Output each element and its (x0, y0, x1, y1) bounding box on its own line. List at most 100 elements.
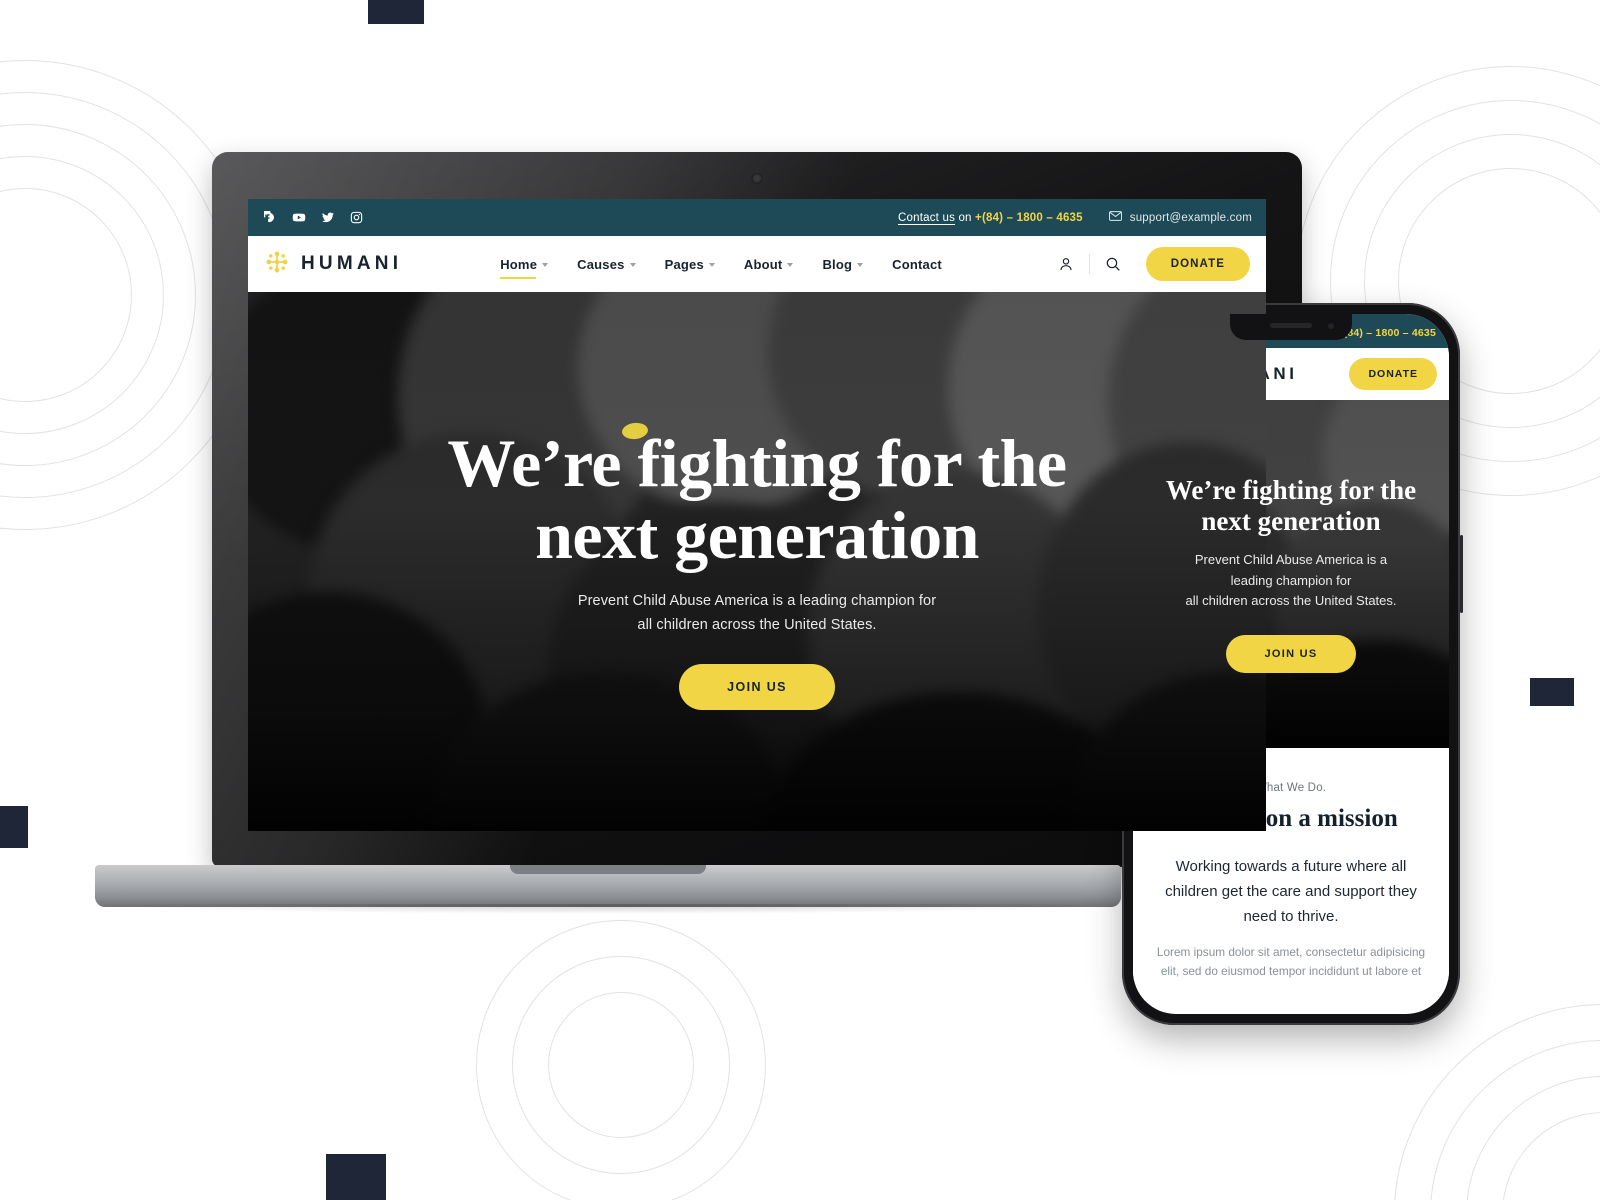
desktop-website-screen: Contact us on +(84) – 1800 – 4635 suppor… (248, 199, 1266, 831)
phone-notch (1230, 314, 1352, 340)
nav-label: Blog (822, 256, 853, 272)
decor-rings-left (0, 124, 196, 466)
hero-subtitle-line-2: all children across the United States. (637, 617, 877, 634)
nav-label: Pages (664, 256, 704, 272)
nav-label: About (743, 256, 783, 272)
hero-title-highlight-text: fighting (637, 425, 861, 501)
mobile-hero-subtitle-line-3: all children across the United States. (1185, 592, 1397, 608)
phone-power-button (1460, 535, 1463, 613)
mobile-hero-content: We’re fighting for the next generation P… (1133, 400, 1449, 748)
contact-phone-group[interactable]: Contact us on +(84) – 1800 – 4635 (898, 212, 1083, 224)
mobile-hero-subtitle: Prevent Child Abuse America is a leading… (1186, 550, 1397, 611)
donate-button[interactable]: DONATE (1145, 247, 1250, 281)
hero-title-line-2: next generation (535, 497, 979, 574)
mobile-join-us-button[interactable]: JOIN US (1226, 635, 1356, 674)
nav-item-blog[interactable]: Blog (822, 256, 864, 272)
decor-rings-bottomcenter (548, 992, 694, 1138)
join-us-button[interactable]: JOIN US (679, 664, 835, 710)
mobile-donate-button[interactable]: DONATE (1349, 358, 1437, 390)
decor-square (326, 1154, 386, 1200)
mobile-hero-title-highlight-text: generation (1257, 505, 1381, 536)
nav-item-about[interactable]: About (744, 257, 794, 272)
decor-rings-bottomright (1430, 1040, 1600, 1200)
nav-label: Causes (577, 256, 625, 272)
contact-email-group[interactable]: support@example.com (1108, 211, 1252, 224)
youtube-icon[interactable] (292, 211, 306, 224)
chevron-down-icon (629, 263, 636, 267)
chevron-down-icon (542, 263, 549, 267)
decor-square (1530, 678, 1574, 706)
mission-lead-text: Working towards a future where all child… (1165, 858, 1417, 926)
hero-title: We’re fighting for the next generation (447, 425, 1067, 574)
contact-phone-number[interactable]: +(84) – 1800 – 4635 (975, 212, 1083, 224)
decor-rings-bottomcenter (512, 956, 730, 1174)
decor-rings-left (0, 188, 132, 402)
hero-content: We’re fighting for the next generation P… (248, 292, 1266, 831)
brand-name: HUMANI (301, 253, 403, 274)
chevron-down-icon (857, 263, 864, 267)
laptop-webcam-icon (751, 173, 763, 184)
mobile-hero-subtitle-line-1: Prevent Child Abuse America is a (1194, 552, 1388, 568)
phone-speaker-icon (1270, 323, 1312, 328)
mobile-hero-subtitle-line-2: leading champion for (1230, 572, 1352, 588)
social-links[interactable] (264, 211, 363, 224)
phone-mockup: +(84) – 1800 – 4635 DONATE We’re fightin… (1119, 303, 1463, 1025)
navbar-actions: DONATE (1049, 247, 1250, 281)
mobile-hero-title-highlight: generation (1258, 506, 1381, 537)
decor-square (0, 806, 28, 848)
contact-on-text: on (958, 211, 972, 224)
envelope-icon (1108, 211, 1122, 224)
hero-title-highlight: fighting (638, 427, 861, 499)
flower-people-icon (264, 249, 290, 280)
search-icon[interactable] (1096, 247, 1130, 281)
mission-title-highlight-text: on a (1265, 805, 1311, 832)
laptop-shadow (95, 904, 1121, 914)
decor-rings-left (0, 92, 228, 498)
decor-rings-bottomcenter (476, 920, 766, 1200)
nav-item-pages[interactable]: Pages (665, 257, 715, 272)
desktop-nav-menu: Home Causes Pages About Blog Contact (500, 256, 942, 279)
hero-subtitle-line-1: Prevent Child Abuse America is a leading… (577, 593, 937, 610)
nav-item-contact[interactable]: Contact (892, 257, 942, 272)
hero-title-pre: We’re (447, 425, 638, 501)
decor-rings-bottomright (1394, 1004, 1600, 1200)
twitter-icon[interactable] (321, 211, 335, 224)
instagram-icon[interactable] (350, 211, 363, 224)
nav-label: Home (500, 256, 538, 272)
mobile-website-screen: +(84) – 1800 – 4635 DONATE We’re fightin… (1133, 314, 1449, 1014)
phone-camera-icon (1328, 323, 1334, 329)
hero-title-line-1: We’re fighting for the (447, 425, 1067, 501)
topbar-contact-info: Contact us on +(84) – 1800 – 4635 suppor… (898, 211, 1252, 224)
desktop-hero-section: We’re fighting for the next generation P… (248, 292, 1266, 831)
nav-item-causes[interactable]: Causes (577, 256, 636, 272)
mobile-contact-phone[interactable]: +(84) – 1800 – 4635 (1337, 327, 1436, 339)
user-icon[interactable] (1049, 247, 1083, 281)
nav-label: Contact (892, 256, 942, 272)
laptop-base (95, 865, 1121, 907)
mobile-hero-section: We’re fighting for the next generation P… (1133, 400, 1449, 748)
contact-email-text[interactable]: support@example.com (1130, 212, 1252, 224)
toolbar-divider (1088, 254, 1090, 274)
mobile-hero-title-line-1: We’re fighting for the (1165, 474, 1417, 505)
hero-title-post: for the (860, 425, 1067, 501)
mobile-hero-title-line-2: next generation (1166, 506, 1416, 537)
mission-title-highlight: on a (1266, 805, 1311, 833)
chevron-down-icon (787, 263, 794, 267)
mobile-hero-title-pre: next (1201, 505, 1258, 536)
mobile-hero-title: We’re fighting for the next generation (1166, 475, 1416, 537)
mission-body-text: Lorem ipsum dolor sit amet, consectetur … (1156, 944, 1426, 978)
hero-subtitle: Prevent Child Abuse America is a leading… (578, 590, 936, 638)
decor-square (368, 0, 424, 24)
nav-item-home[interactable]: Home (500, 256, 549, 279)
chevron-down-icon (708, 263, 715, 267)
decor-rings-bottomright (1466, 1076, 1600, 1200)
desktop-navbar: HUMANI Home Causes Pages About Blog Cont… (248, 236, 1266, 292)
mockup-stage: Contact us on +(84) – 1800 – 4635 suppor… (0, 0, 1600, 1200)
mission-title-post: mission (1310, 805, 1398, 832)
contact-us-link[interactable]: Contact us (898, 212, 955, 224)
decor-rings-left (0, 156, 164, 434)
facebook-icon[interactable] (264, 211, 277, 224)
decor-rings-bottomright (1502, 1112, 1600, 1200)
desktop-topbar: Contact us on +(84) – 1800 – 4635 suppor… (248, 199, 1266, 236)
brand-logo[interactable]: HUMANI (264, 249, 402, 280)
